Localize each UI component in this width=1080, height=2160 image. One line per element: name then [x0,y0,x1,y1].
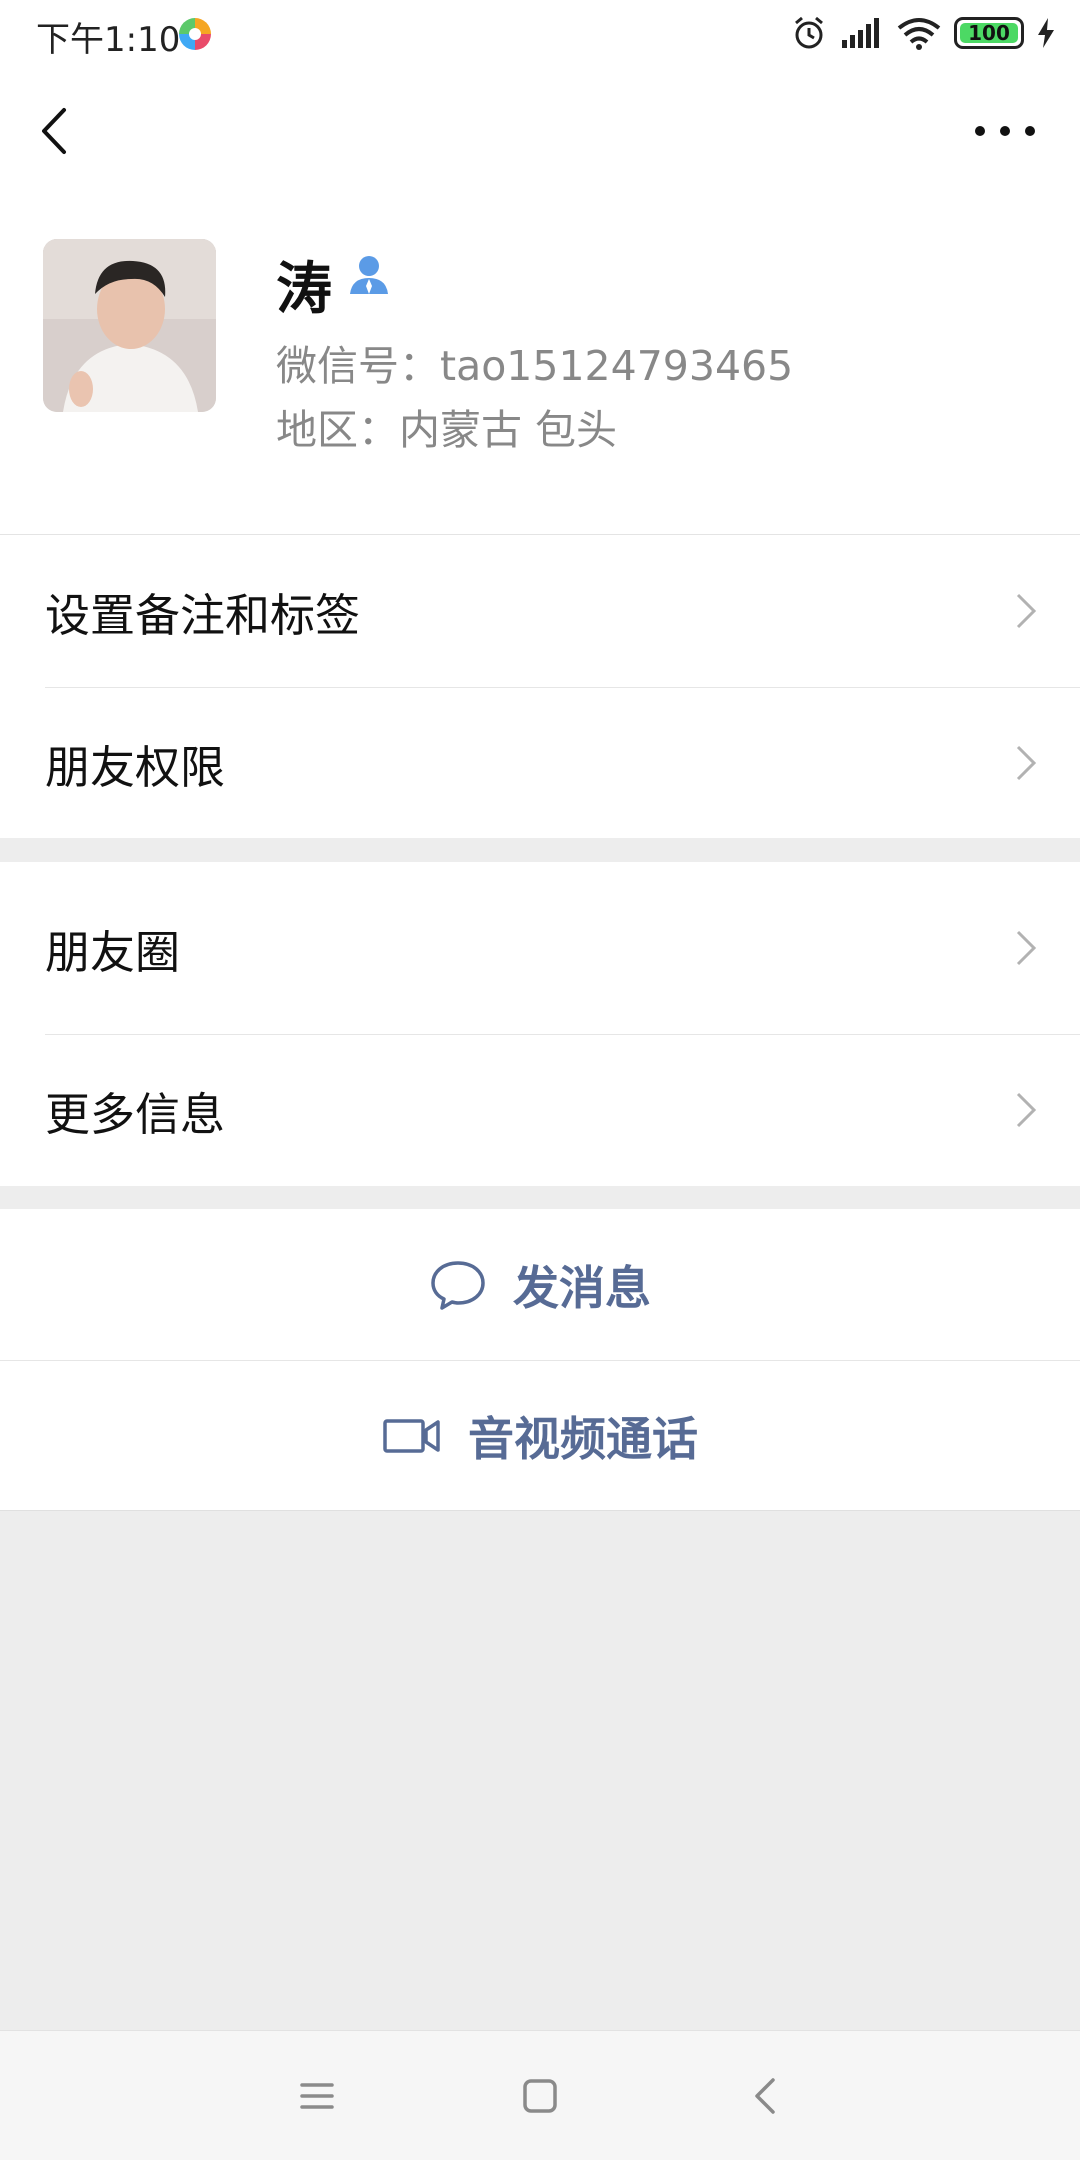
row-friend-permissions[interactable]: 朋友权限 [0,687,1080,839]
chevron-right-icon [1016,593,1037,629]
row-more-info[interactable]: 更多信息 [0,1034,1080,1186]
app-notification-icon [179,18,211,50]
charging-icon [1038,18,1054,48]
home-icon[interactable] [515,2071,565,2121]
nav-back-icon[interactable] [742,2071,792,2121]
video-call-label: 音视频通话 [468,1411,698,1466]
row-label: 朋友权限 [45,740,226,794]
contact-actions: 发消息 音视频通话 [0,1209,1080,1511]
settings-group-moments: 朋友圈 更多信息 [0,862,1080,1186]
avatar[interactable] [43,239,216,412]
chevron-right-icon [1016,930,1037,966]
avatar-photo [43,239,216,412]
chevron-right-icon [1016,1092,1037,1128]
system-navigation-bar [0,2030,1080,2160]
chevron-right-icon [1016,745,1037,781]
contact-person-icon [350,256,388,294]
battery-level: 100 [968,21,1010,45]
row-label: 设置备注和标签 [45,588,361,642]
divider [0,1510,1080,1511]
signal-icon [842,18,879,48]
video-camera-icon [383,1418,440,1453]
wechat-id: 微信号：tao15124793465 [276,342,794,390]
profile-name: 涛 [276,257,332,322]
row-moments[interactable]: 朋友圈 [0,862,1080,1034]
region: 地区：内蒙古 包头 [276,406,618,454]
row-label: 更多信息 [45,1087,226,1141]
send-message-button[interactable]: 发消息 [0,1209,1080,1360]
status-bar: 下午1:10 100 [0,0,1080,66]
status-time: 下午1:10 [36,20,181,60]
chat-bubble-icon [431,1260,485,1310]
back-arrow-icon[interactable] [30,98,80,164]
video-call-button[interactable]: 音视频通话 [0,1360,1080,1511]
alarm-icon [795,16,823,49]
settings-group-remarks: 设置备注和标签 朋友权限 [0,534,1080,838]
status-icons: 100 [778,13,1056,53]
more-options-icon[interactable] [970,116,1040,146]
send-message-label: 发消息 [513,1260,651,1315]
row-set-remark-tags[interactable]: 设置备注和标签 [0,535,1080,687]
wifi-icon [897,18,941,50]
profile-header: 涛 微信号：tao15124793465 地区：内蒙古 包头 [0,66,1080,534]
row-label: 朋友圈 [45,925,181,979]
recent-apps-icon[interactable] [292,2071,342,2121]
battery-indicator: 100 [954,17,1024,49]
